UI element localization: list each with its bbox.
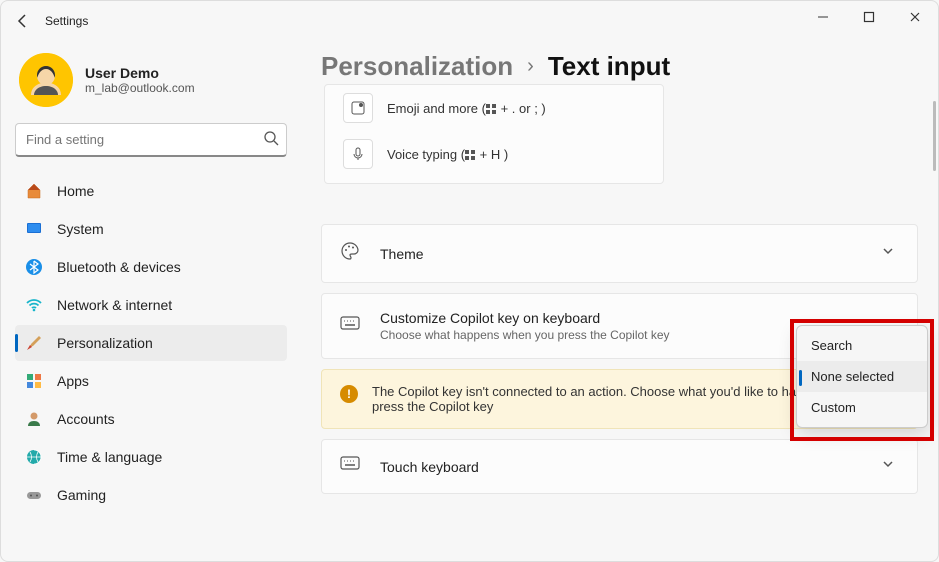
- system-icon: [25, 220, 43, 238]
- keyboard-icon: [340, 316, 362, 337]
- nav-accounts[interactable]: Accounts: [15, 401, 287, 437]
- nav-home[interactable]: Home: [15, 173, 287, 209]
- dropdown-option-custom[interactable]: Custom: [797, 392, 927, 423]
- wifi-icon: [25, 296, 43, 314]
- search-input[interactable]: [15, 123, 287, 157]
- setting-title: Customize Copilot key on keyboard: [380, 310, 899, 326]
- avatar: [19, 53, 73, 107]
- nav-network[interactable]: Network & internet: [15, 287, 287, 323]
- nav-bluetooth[interactable]: Bluetooth & devices: [15, 249, 287, 285]
- nav-label: Gaming: [57, 487, 106, 503]
- nav-gaming[interactable]: Gaming: [15, 477, 287, 513]
- theme-setting[interactable]: Theme: [321, 224, 918, 283]
- user-profile[interactable]: User Demo m_lab@outlook.com: [15, 49, 287, 123]
- bluetooth-icon: [25, 258, 43, 276]
- sidebar: User Demo m_lab@outlook.com Home System …: [1, 41, 301, 561]
- windows-key-icon: [486, 104, 497, 115]
- setting-title: Theme: [380, 246, 859, 262]
- gaming-icon: [25, 486, 43, 504]
- titlebar: Settings: [1, 1, 938, 41]
- nav-label: Time & language: [57, 449, 162, 465]
- user-name: User Demo: [85, 65, 195, 81]
- chevron-right-icon: ›: [527, 55, 534, 78]
- nav-label: Network & internet: [57, 297, 172, 313]
- palette-icon: [340, 241, 362, 266]
- breadcrumb-parent[interactable]: Personalization: [321, 51, 513, 82]
- nav-label: Home: [57, 183, 94, 199]
- scrollbar[interactable]: [933, 101, 936, 171]
- mic-icon: [343, 139, 373, 169]
- emoji-row[interactable]: Emoji and more ( + . or ; ): [325, 85, 663, 131]
- voice-label: Voice typing ( + H ): [387, 147, 508, 162]
- touch-keyboard-setting[interactable]: Touch keyboard: [321, 439, 918, 494]
- voice-row[interactable]: Voice typing ( + H ): [325, 131, 663, 177]
- maximize-button[interactable]: [846, 1, 892, 33]
- home-icon: [25, 182, 43, 200]
- search-box[interactable]: [15, 123, 287, 157]
- clock-globe-icon: [25, 448, 43, 466]
- search-icon: [263, 130, 279, 151]
- apps-icon: [25, 372, 43, 390]
- main-content: Personalization › Text input Emoji and m…: [301, 41, 938, 561]
- keyboard-icon: [340, 456, 362, 477]
- emoji-label: Emoji and more ( + . or ; ): [387, 101, 546, 116]
- nav-apps[interactable]: Apps: [15, 363, 287, 399]
- nav-label: Bluetooth & devices: [57, 259, 181, 275]
- warning-icon: !: [340, 385, 358, 403]
- dropdown-option-search[interactable]: Search: [797, 330, 927, 361]
- window-title: Settings: [45, 14, 88, 28]
- person-icon: [25, 410, 43, 428]
- chevron-down-icon: [877, 457, 899, 476]
- nav-personalization[interactable]: Personalization: [15, 325, 287, 361]
- nav-list: Home System Bluetooth & devices Network …: [15, 173, 287, 513]
- minimize-button[interactable]: [800, 1, 846, 33]
- shortcuts-card: Emoji and more ( + . or ; ) Voice typing…: [324, 84, 664, 184]
- emoji-icon: [343, 93, 373, 123]
- back-button[interactable]: [7, 5, 39, 37]
- windows-key-icon: [465, 150, 476, 161]
- copilot-key-dropdown[interactable]: Search None selected Custom: [796, 325, 928, 428]
- user-email: m_lab@outlook.com: [85, 81, 195, 95]
- nav-label: Apps: [57, 373, 89, 389]
- breadcrumb: Personalization › Text input: [321, 51, 918, 82]
- nav-label: Accounts: [57, 411, 115, 427]
- setting-title: Touch keyboard: [380, 459, 859, 475]
- nav-label: Personalization: [57, 335, 153, 351]
- chevron-down-icon: [877, 244, 899, 263]
- window-controls: [800, 1, 938, 33]
- page-title: Text input: [548, 51, 670, 82]
- brush-icon: [25, 334, 43, 352]
- nav-system[interactable]: System: [15, 211, 287, 247]
- nav-time[interactable]: Time & language: [15, 439, 287, 475]
- close-button[interactable]: [892, 1, 938, 33]
- nav-label: System: [57, 221, 104, 237]
- dropdown-option-none[interactable]: None selected: [797, 361, 927, 392]
